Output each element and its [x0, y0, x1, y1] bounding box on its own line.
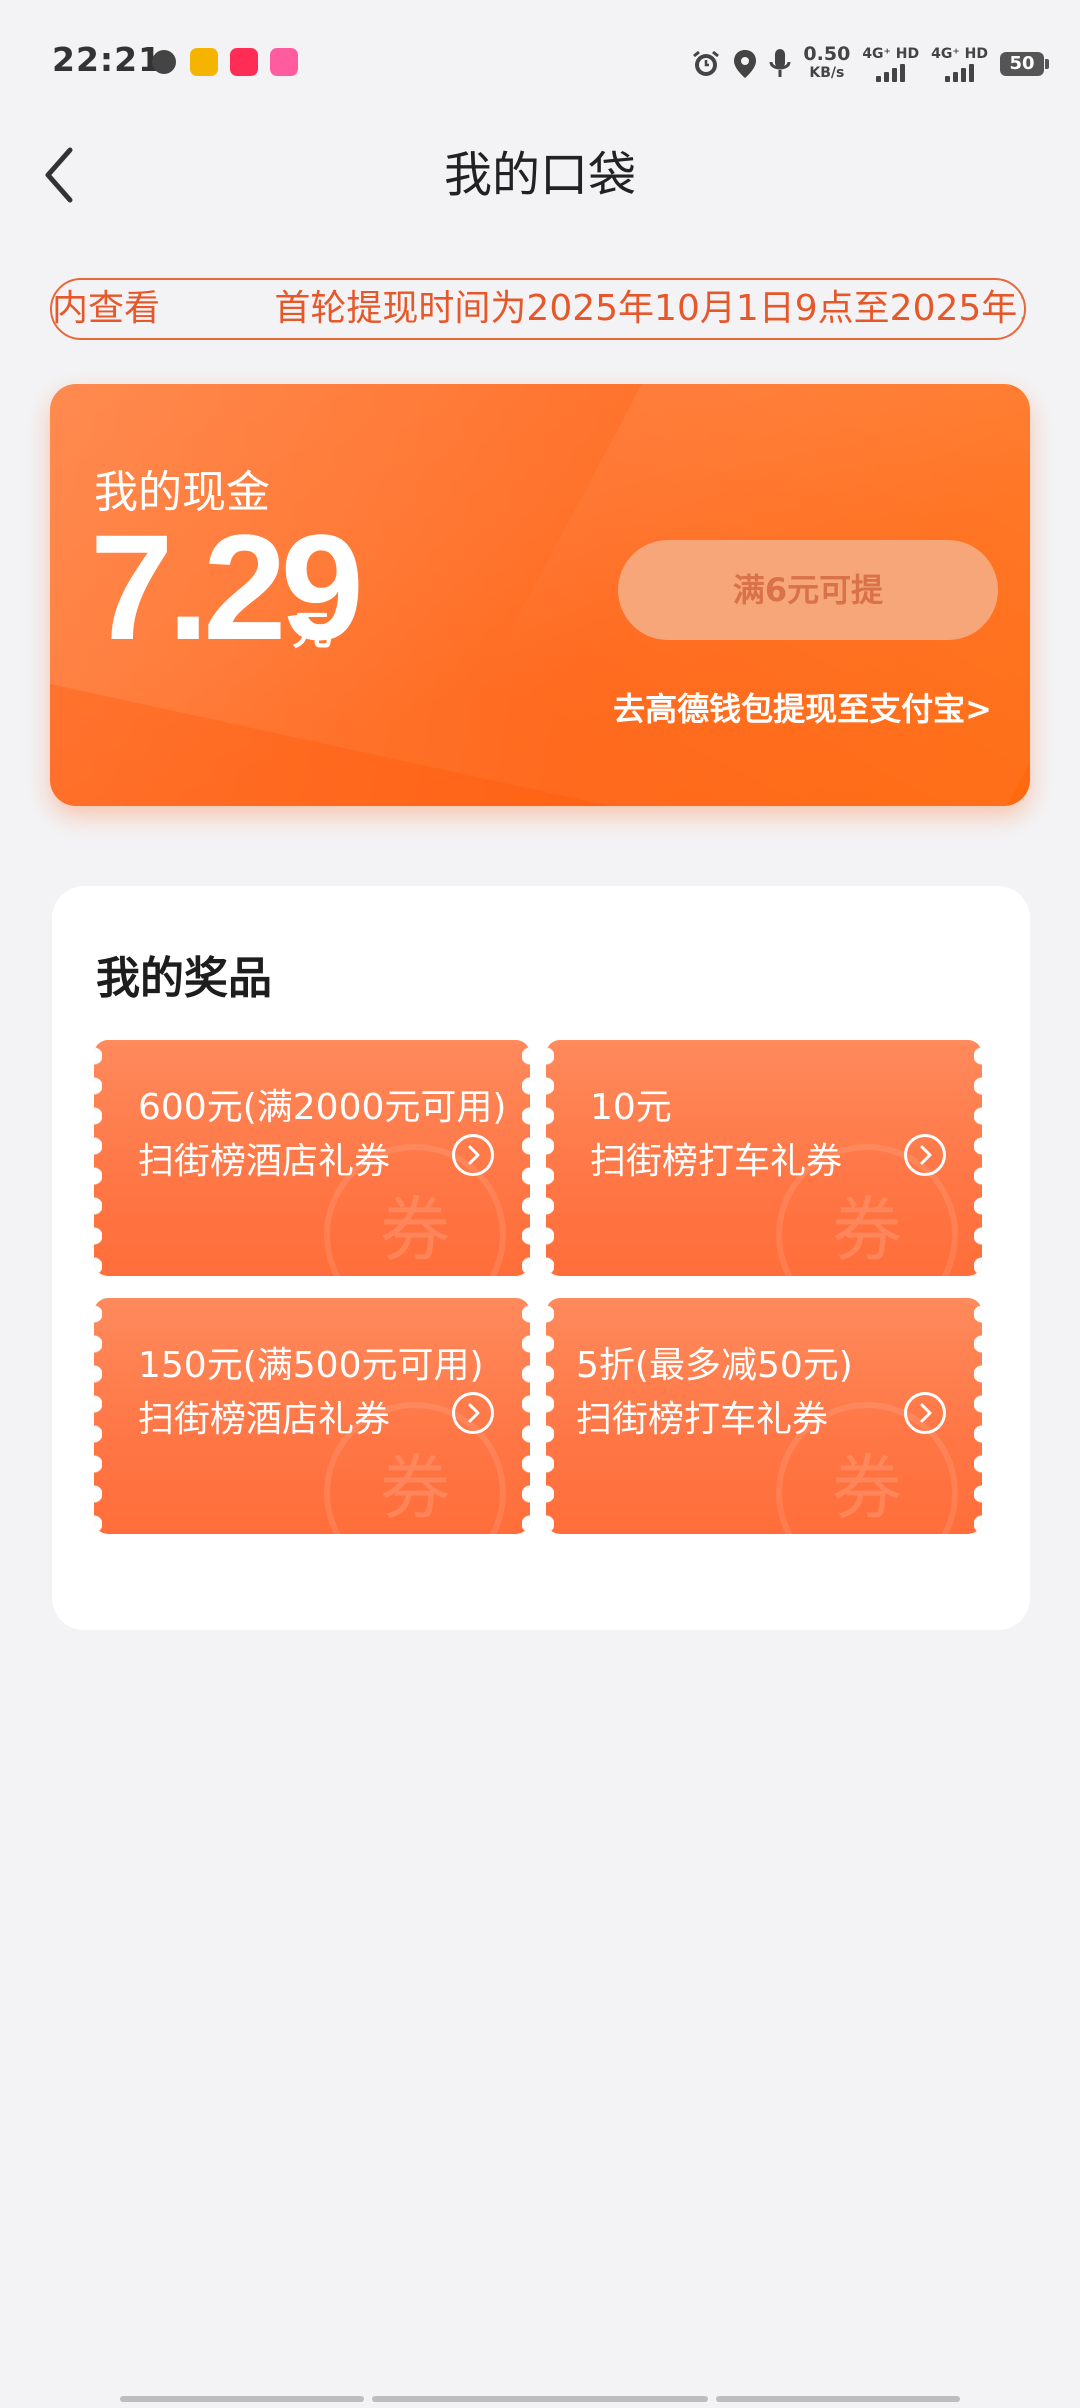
coupon-edge [974, 1040, 982, 1276]
lalamove-icon [270, 48, 298, 76]
coupon-value: 10元 [590, 1087, 672, 1128]
coupon-edge [974, 1298, 982, 1534]
coupon-edge [94, 1040, 102, 1276]
coupon-card[interactable]: 券 150元(满500元可用) 扫街榜酒店礼券 [94, 1298, 530, 1534]
coupon-card[interactable]: 券 5折(最多减50元) 扫街榜打车礼券 [546, 1298, 982, 1534]
coupon-name: 扫街榜打车礼券 [576, 1399, 829, 1440]
coupon-value: 150元(满500元可用) [138, 1345, 484, 1386]
battery-icon: 50 [1000, 52, 1049, 76]
location-icon [734, 50, 757, 78]
gesture-bar [716, 2396, 960, 2402]
chevron-right-circle-icon[interactable] [904, 1392, 946, 1434]
gesture-bar [120, 2396, 364, 2402]
weibo-icon [190, 48, 218, 76]
signal-2: 4G⁺ HD [931, 47, 988, 82]
status-time: 22:21 [52, 40, 163, 79]
signal-bars-icon [876, 63, 906, 82]
app-icon [152, 50, 176, 74]
back-button[interactable] [30, 130, 120, 220]
coupon-name: 扫街榜酒店礼券 [138, 1399, 391, 1440]
network-speed: 0.50 KB/s [803, 43, 851, 82]
wallet-withdraw-link[interactable]: 去高德钱包提现至支付宝> [613, 684, 992, 730]
chevron-right-circle-icon[interactable] [452, 1392, 494, 1434]
coupon-card[interactable]: 券 10元 扫街榜打车礼券 [546, 1040, 982, 1276]
coupon-edge [546, 1298, 554, 1534]
status-right: 0.50 KB/s 4G⁺ HD 4G⁺ HD 50 [691, 43, 1049, 84]
chevron-left-icon [45, 147, 73, 203]
coupon-value: 5折(最多减50元) [576, 1345, 853, 1386]
coupon-name: 扫街榜打车礼券 [590, 1141, 843, 1182]
microphone-icon [769, 49, 791, 77]
signal-1: 4G⁺ HD [862, 47, 919, 82]
prize-panel: 我的奖品 券 600元(满2000元可用) 扫街榜酒店礼券 券 10元 扫街榜打… [52, 886, 1030, 1630]
status-bar: 22:21 0.50 KB/s 4G⁺ HD 4G⁺ HD 50 [0, 0, 1080, 130]
signal-bars-icon [945, 63, 975, 82]
withdraw-button[interactable]: 满6元可提 [618, 540, 998, 640]
coupon-edge [522, 1040, 530, 1276]
coupon-edge [94, 1298, 102, 1534]
cash-unit: 元 [292, 608, 332, 654]
chevron-right-circle-icon[interactable] [904, 1134, 946, 1176]
coupon-edge [522, 1298, 530, 1534]
coupon-card[interactable]: 券 600元(满2000元可用) 扫街榜酒店礼券 [94, 1040, 530, 1276]
alarm-icon [693, 50, 720, 76]
notice-text: 内查看 首轮提现时间为2025年10月1日9点至2025年1 [52, 288, 1026, 329]
coupon-edge [546, 1040, 554, 1276]
coupon-value: 600元(满2000元可用) [138, 1087, 507, 1128]
chevron-right-circle-icon[interactable] [452, 1134, 494, 1176]
prize-title: 我的奖品 [96, 953, 272, 1004]
page-title: 我的口袋 [443, 147, 636, 203]
coupon-name: 扫街榜酒店礼券 [138, 1141, 391, 1182]
cash-card: 我的现金 7.29 元 满6元可提 去高德钱包提现至支付宝> [50, 384, 1030, 806]
gesture-bar [372, 2396, 708, 2402]
xiaohongshu-icon [230, 48, 258, 76]
notice-marquee[interactable]: 内查看 首轮提现时间为2025年10月1日9点至2025年1 [50, 278, 1026, 340]
